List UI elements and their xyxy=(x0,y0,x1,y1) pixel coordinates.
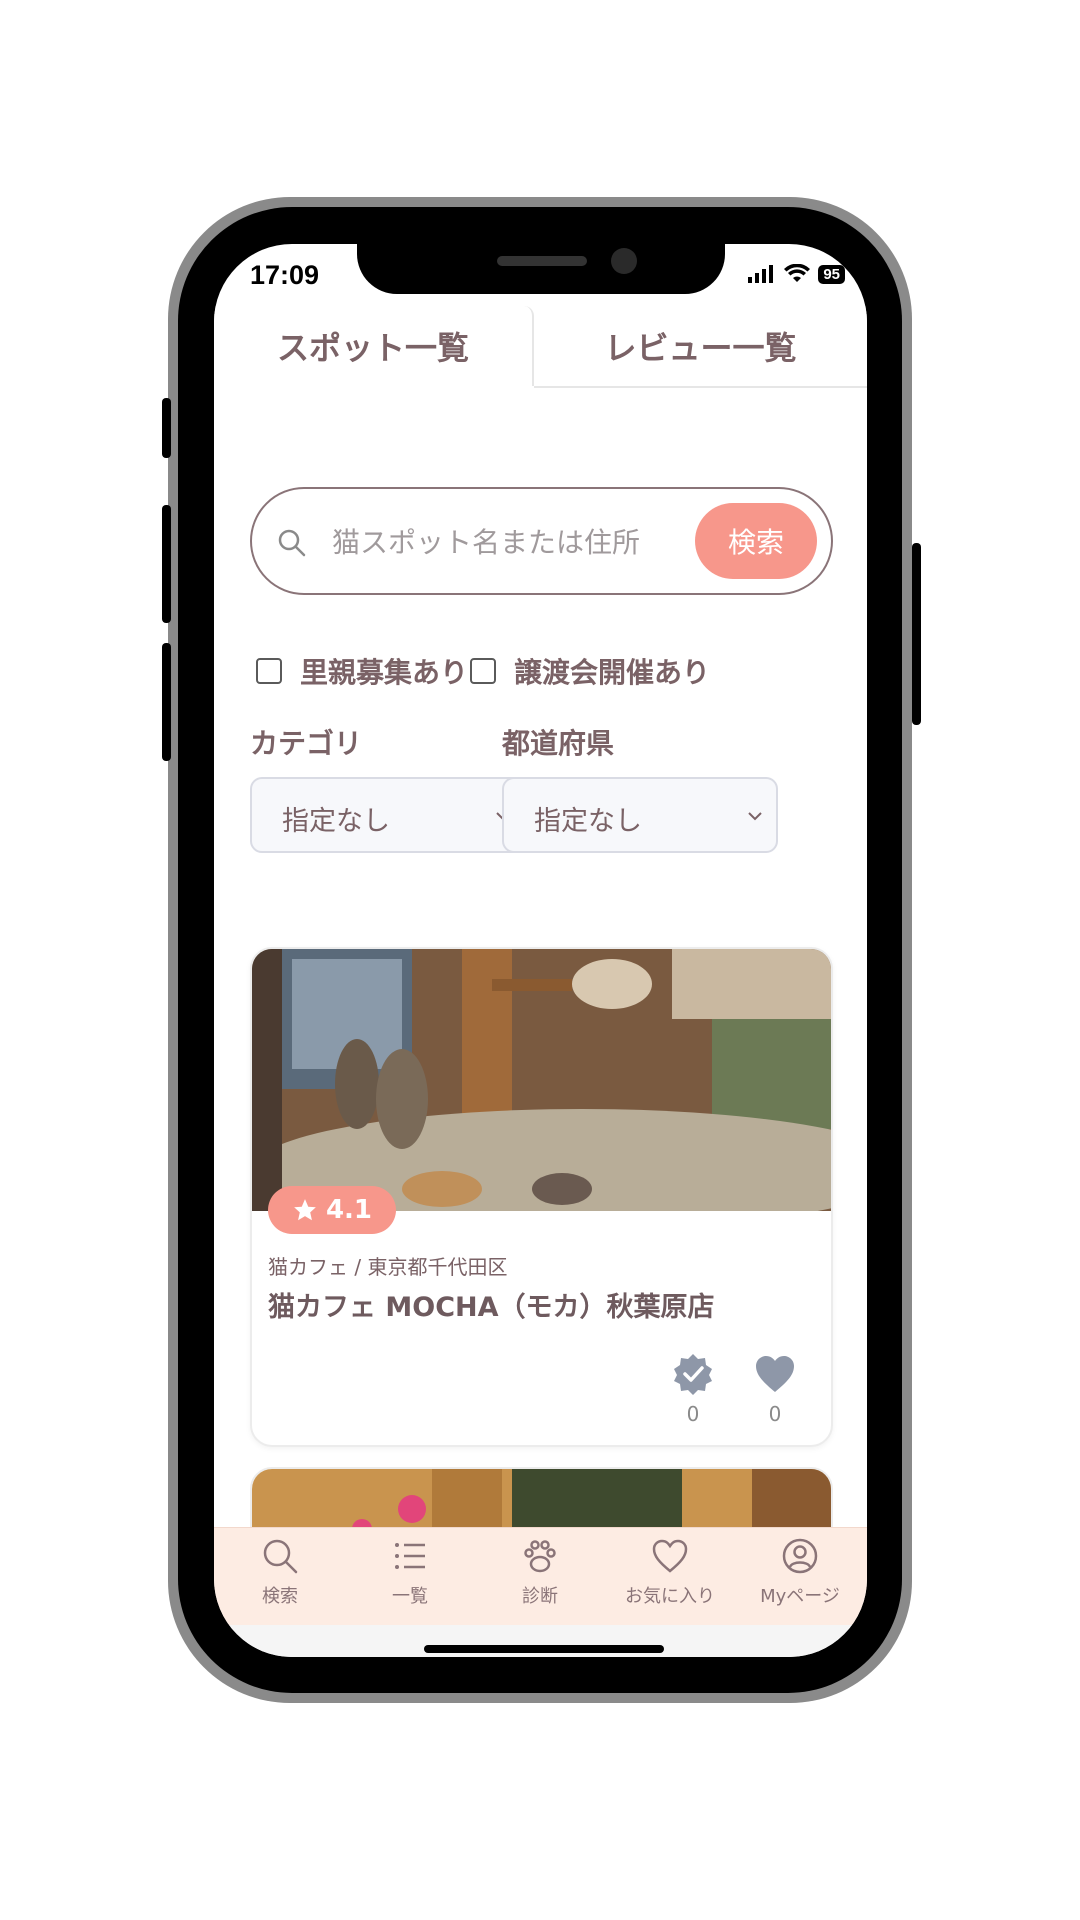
search-button[interactable]: 検索 xyxy=(695,503,817,579)
user-circle-icon xyxy=(782,1538,818,1574)
home-indicator[interactable] xyxy=(424,1645,664,1653)
notch-speaker xyxy=(497,256,587,266)
nav-list[interactable]: 一覧 xyxy=(345,1536,475,1624)
nav-label: お気に入り xyxy=(625,1586,715,1607)
star-icon xyxy=(294,1199,316,1221)
volume-up-button xyxy=(162,505,171,623)
search-icon xyxy=(278,529,306,557)
favorite-stat[interactable]: 0 xyxy=(750,1352,800,1426)
mute-switch xyxy=(162,398,171,458)
visited-stat[interactable]: 0 xyxy=(668,1352,718,1426)
signal-icon xyxy=(748,265,774,283)
nav-diagnosis[interactable]: 診断 xyxy=(475,1536,605,1624)
status-time: 17:09 xyxy=(250,260,320,290)
bottom-navigation: 検索 一覧 診断 お気に入り Myページ xyxy=(214,1527,867,1626)
nav-favorites[interactable]: お気に入り xyxy=(605,1536,735,1624)
heart-icon[interactable] xyxy=(753,1352,797,1396)
spot-meta: 猫カフェ / 東京都千代田区 xyxy=(268,1255,508,1279)
category-select-value: 指定なし xyxy=(282,806,390,837)
spot-photo xyxy=(252,949,831,1211)
checkbox-box[interactable] xyxy=(470,658,496,684)
checkbox-adoption-event[interactable]: 譲渡会開催あり xyxy=(470,649,710,693)
category-label: カテゴリ xyxy=(250,727,363,760)
spot-title[interactable]: 猫カフェ MOCHA（モカ）秋葉原店 xyxy=(268,1285,715,1324)
nav-label: 一覧 xyxy=(392,1586,428,1607)
notch xyxy=(357,244,725,294)
battery-indicator: 95 xyxy=(818,264,845,284)
nav-search[interactable]: 検索 xyxy=(215,1536,345,1624)
wifi-icon xyxy=(784,264,811,282)
rating-value: 4.1 xyxy=(325,1195,373,1225)
checkbox-label: 譲渡会開催あり xyxy=(514,656,711,689)
front-camera xyxy=(611,248,637,274)
search-input[interactable] xyxy=(330,517,694,567)
search-bar: 検索 xyxy=(250,487,833,595)
prefecture-select-value: 指定なし xyxy=(534,806,642,837)
chevron-down-icon xyxy=(748,812,762,821)
paw-icon xyxy=(524,1540,556,1573)
nav-label: 診断 xyxy=(522,1586,558,1607)
checkbox-foster-recruiting[interactable]: 里親募集あり xyxy=(256,649,468,693)
prefecture-label: 都道府県 xyxy=(502,727,615,760)
heart-icon xyxy=(652,1539,688,1573)
tab-review-list[interactable]: レビュー一覧 xyxy=(534,306,867,388)
tab-spot-list[interactable]: スポット一覧 xyxy=(214,306,534,386)
power-button xyxy=(912,543,921,725)
tab-bar: スポット一覧 レビュー一覧 xyxy=(214,306,867,388)
list-icon xyxy=(395,1543,425,1569)
nav-mypage[interactable]: Myページ xyxy=(735,1536,865,1624)
verified-badge-icon[interactable] xyxy=(671,1352,715,1396)
prefecture-select[interactable]: 指定なし xyxy=(502,777,778,853)
checkbox-box[interactable] xyxy=(256,658,282,684)
nav-label: Myページ xyxy=(760,1586,840,1607)
visited-count: 0 xyxy=(686,1402,700,1426)
volume-down-button xyxy=(162,643,171,761)
checkbox-label: 里親募集あり xyxy=(300,656,469,689)
nav-label: 検索 xyxy=(262,1586,298,1607)
favorite-count: 0 xyxy=(768,1402,782,1426)
search-icon xyxy=(263,1539,298,1574)
spot-card[interactable]: 4.1 猫カフェ / 東京都千代田区 猫カフェ MOCHA（モカ）秋葉原店 0 … xyxy=(250,947,833,1447)
app-screen: 17:09 95 スポット一覧 レビュー一覧 検索 里親 xyxy=(214,244,867,1657)
rating-badge: 4.1 xyxy=(268,1186,396,1234)
category-select[interactable]: 指定なし xyxy=(250,777,526,853)
status-icons: 95 xyxy=(748,264,845,284)
